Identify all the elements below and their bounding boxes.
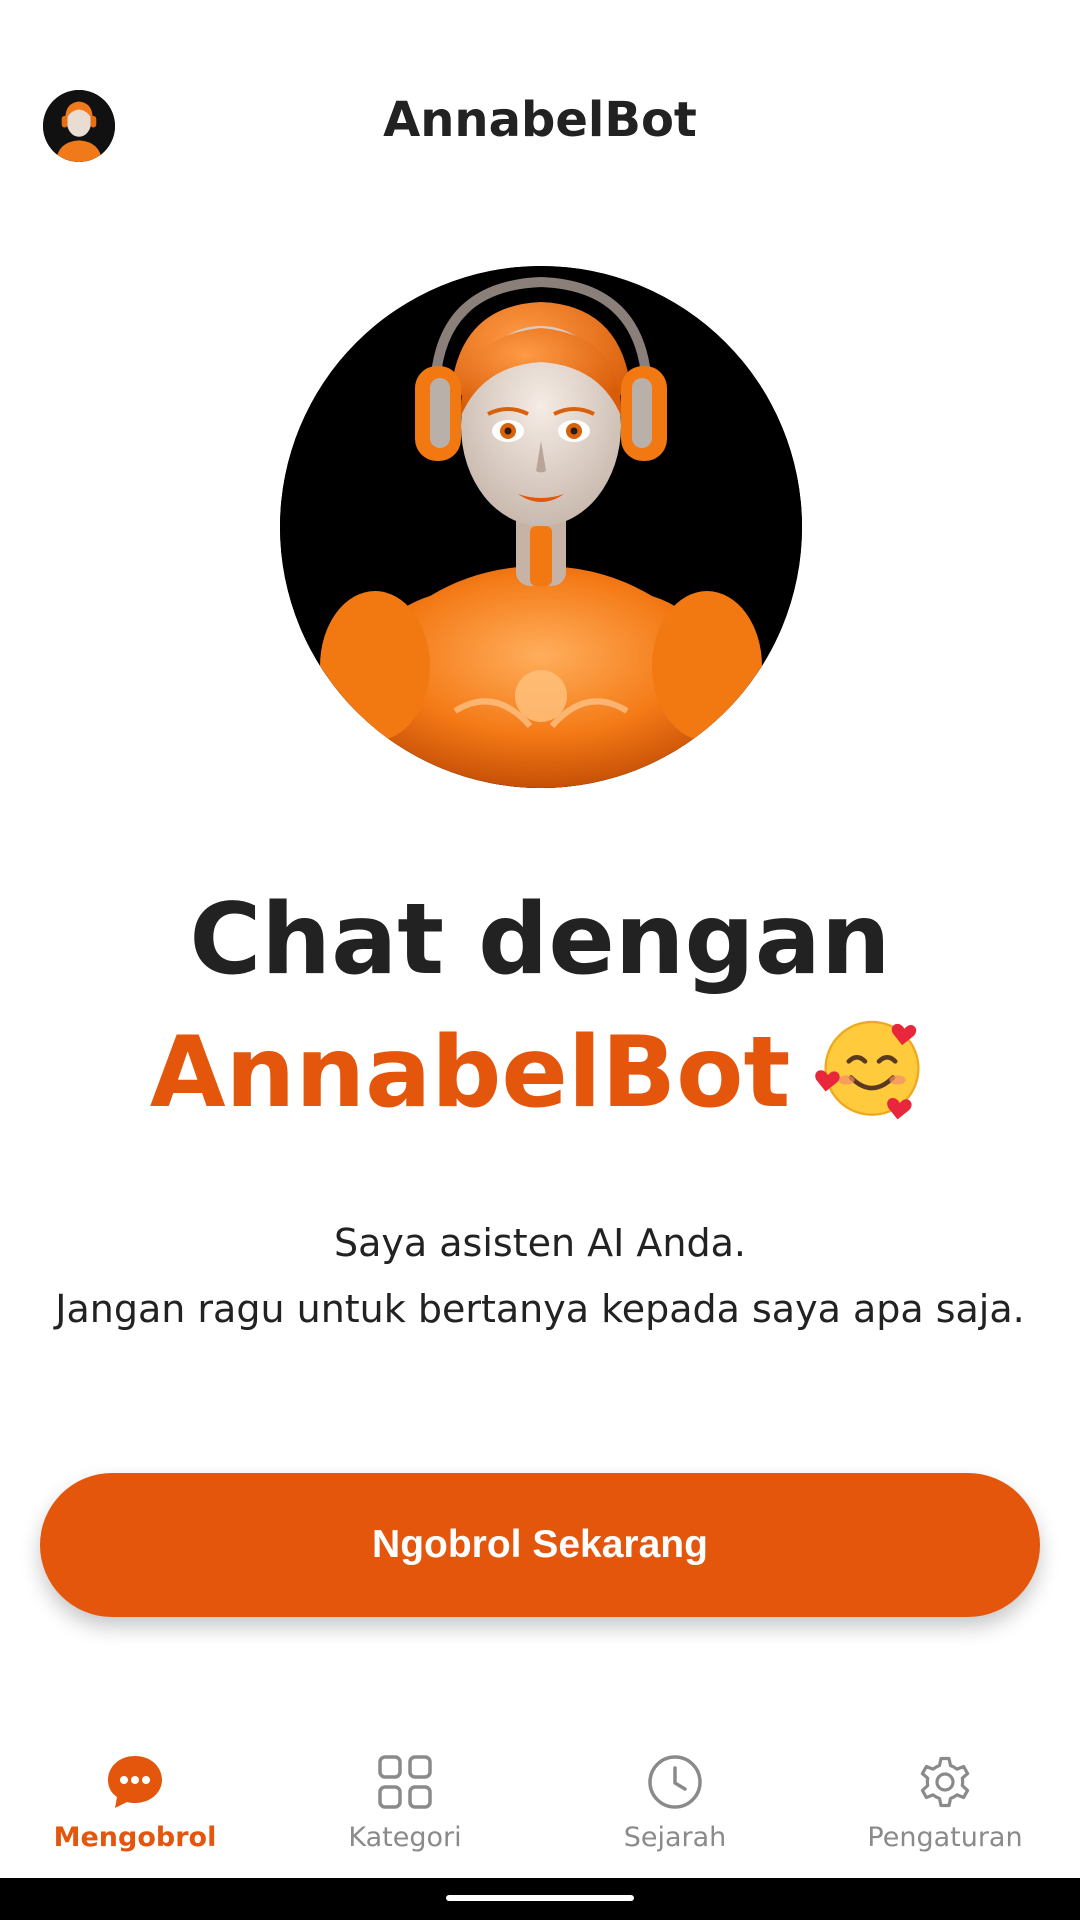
chat-now-button[interactable]: Ngobrol Sekarang xyxy=(40,1473,1040,1617)
nav-label-sejarah: Sejarah xyxy=(623,1822,727,1853)
nav-label-pengaturan: Pengaturan xyxy=(867,1822,1023,1853)
chat-bubble-icon xyxy=(105,1752,165,1812)
nav-item-pengaturan[interactable]: Pengaturan xyxy=(810,1730,1080,1878)
gesture-handle[interactable] xyxy=(446,1895,634,1901)
nav-label-mengobrol: Mengobrol xyxy=(53,1822,217,1853)
top-bar: AnnabelBot xyxy=(0,0,1080,250)
intro-description: Saya asisten AI Anda. Jangan ragu untuk … xyxy=(0,1210,1080,1342)
intro-line-2: Jangan ragu untuk bertanya kepada saya a… xyxy=(55,1287,1025,1331)
bot-avatar-illustration xyxy=(280,266,802,788)
app-screen: AnnabelBot Chat dengan AnnabelBot Saya a… xyxy=(0,0,1080,1920)
nav-item-sejarah[interactable]: Sejarah xyxy=(540,1730,810,1878)
smiling-face-with-hearts-icon xyxy=(814,1008,930,1124)
nav-item-kategori[interactable]: Kategori xyxy=(270,1730,540,1878)
nav-item-mengobrol[interactable]: Mengobrol xyxy=(0,1730,270,1878)
headline-chat-with: Chat dengan xyxy=(189,883,891,997)
grid-icon xyxy=(375,1752,435,1812)
clock-icon xyxy=(645,1752,705,1812)
system-navigation-bar xyxy=(0,1878,1080,1920)
app-title: AnnabelBot xyxy=(383,92,697,148)
bottom-navigation: Mengobrol Kategori Sejarah Pengaturan xyxy=(0,1730,1080,1878)
robot-portrait-icon xyxy=(280,266,802,788)
headline-brand-name: AnnabelBot xyxy=(149,1016,791,1130)
headline-brand-line: AnnabelBot xyxy=(0,1008,1080,1133)
gear-icon xyxy=(915,1752,975,1812)
nav-label-kategori: Kategori xyxy=(348,1822,462,1853)
intro-line-1: Saya asisten AI Anda. xyxy=(334,1221,746,1265)
